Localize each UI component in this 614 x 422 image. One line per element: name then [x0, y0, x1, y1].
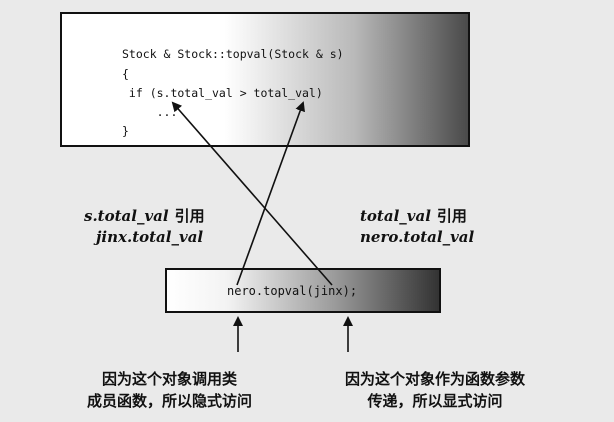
arrow-nero-to-total-val: [236, 101, 305, 286]
arrows-layer: [171, 101, 353, 352]
arrow-jinx-to-s-total-val: [171, 101, 333, 286]
